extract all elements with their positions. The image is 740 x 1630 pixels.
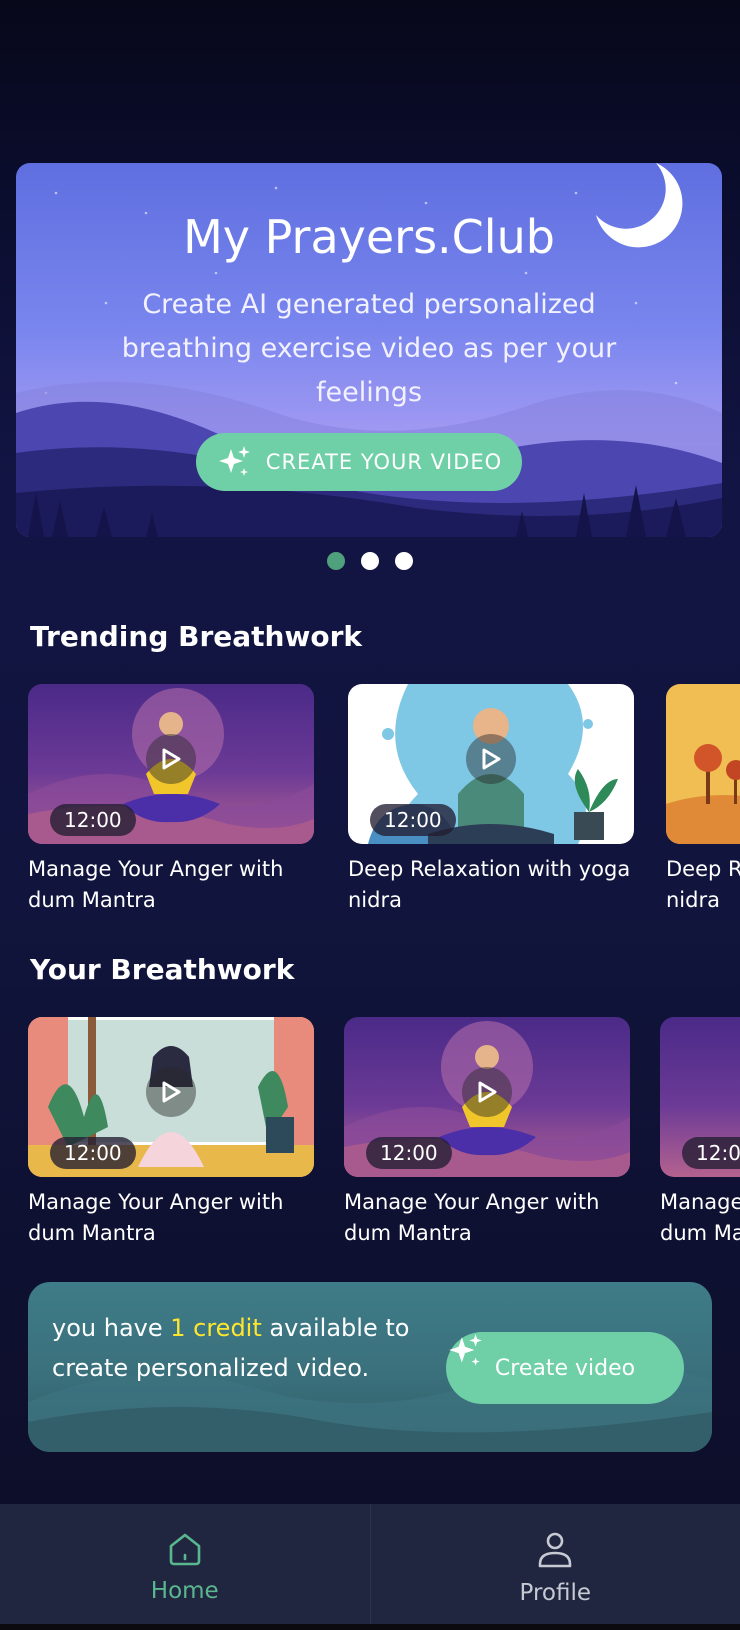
video-duration: 12:00 [370,804,456,836]
video-title: Manage Your Anger with dum Mantra [660,1190,740,1245]
carousel-dot-3[interactable] [395,552,413,570]
your-breathwork-card[interactable]: 12:00 Manage Your Anger with dum Mantra [28,1017,314,1249]
nav-home-label: Home [150,1578,219,1604]
banner-title: My Prayers.Club [183,210,555,264]
play-icon [162,1081,181,1103]
create-video-label: Create video [494,1355,636,1381]
video-duration: 12:00 [50,1137,136,1169]
user-icon [538,1532,572,1568]
play-icon [162,748,181,770]
video-thumbnail[interactable]: 12:00 [660,1017,740,1177]
nav-home[interactable]: Home [0,1504,370,1624]
video-duration: 12:00 [682,1137,740,1169]
play-button[interactable] [146,1067,196,1117]
your-breathwork-card[interactable]: 12:00 Manage Your Anger with dum Mantra [344,1017,630,1249]
your-breathwork-section-title: Your Breathwork [30,953,295,986]
bottom-navigation: Home Profile [0,1504,740,1624]
play-button[interactable] [466,734,516,784]
carousel-dot-1[interactable] [327,552,345,570]
nav-profile-label: Profile [519,1580,591,1606]
play-button[interactable] [462,1067,512,1117]
play-button[interactable] [146,734,196,784]
credit-message: you have 1 credit available to create pe… [52,1308,412,1388]
nav-profile[interactable]: Profile [369,1504,740,1624]
create-video-button[interactable]: Create video [446,1332,684,1404]
home-screen: My Prayers.Club Create AI generated pers… [0,0,740,1630]
sparkle-icon [449,1334,482,1366]
home-icon [169,1533,201,1566]
video-title: Deep Relaxation with yoga nidra [666,857,740,912]
video-thumbnail[interactable]: 12:00 [344,1017,630,1177]
trending-card[interactable]: Deep Relaxation with yoga nidra [666,684,740,916]
video-thumbnail[interactable]: 12:00 [28,1017,314,1177]
create-your-video-button[interactable]: CREATE YOUR VIDEO [196,433,522,491]
create-your-video-label: CREATE YOUR VIDEO [265,450,503,474]
system-bar [0,1624,740,1630]
video-duration: 12:00 [50,804,136,836]
carousel-indicator [0,552,740,570]
video-title: Manage Your Anger with dum Mantra [28,857,284,912]
carousel-dot-2[interactable] [361,552,379,570]
hero-banner[interactable]: My Prayers.Club Create AI generated pers… [16,163,722,537]
video-thumbnail[interactable]: 12:00 [348,684,634,844]
your-breathwork-card[interactable]: 12:00 Manage Your Anger with dum Mantra [660,1017,740,1249]
autumn-trees-illustration [666,744,740,844]
trending-card[interactable]: 12:00 Manage Your Anger with dum Mantra [28,684,314,916]
video-title: Manage Your Anger with dum Mantra [28,1190,284,1245]
trending-card[interactable]: 12:00 Deep Relaxation with yoga nidra [348,684,634,916]
sparkle-icon [218,446,250,476]
video-thumbnail[interactable]: 12:00 [28,684,314,844]
video-duration: 12:00 [366,1137,452,1169]
banner-subtitle: Create AI generated personalized breathi… [121,289,617,408]
credit-count: 1 credit [170,1314,262,1342]
play-icon [478,1081,497,1103]
play-icon [482,748,501,770]
credit-banner: you have 1 credit available to create pe… [28,1282,712,1452]
video-title: Manage Your Anger with dum Mantra [344,1190,600,1245]
video-thumbnail[interactable] [666,684,740,844]
credit-message-prefix: you have [52,1314,171,1342]
trending-section-title: Trending Breathwork [30,620,363,653]
video-title: Deep Relaxation with yoga nidra [348,857,631,912]
